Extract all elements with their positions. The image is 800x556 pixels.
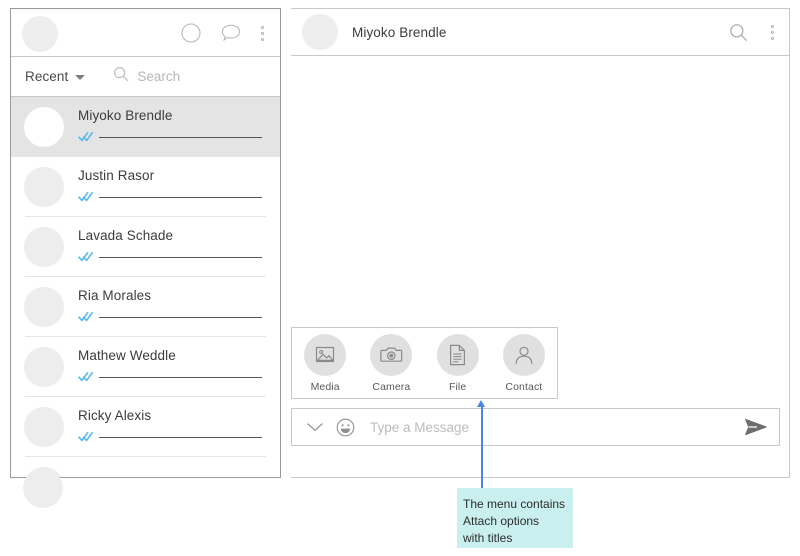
annotation-line: Attach options: [463, 513, 573, 530]
attach-option-file[interactable]: File: [425, 334, 491, 393]
image-icon: [304, 334, 346, 376]
message-preview: [78, 309, 262, 327]
contact-name: Ria Morales: [78, 288, 262, 303]
list-item[interactable]: Miyoko Brendle: [11, 97, 280, 157]
contact-info: Miyoko Brendle: [78, 108, 280, 147]
filter-bar: Recent: [11, 57, 280, 97]
message-preview: [78, 249, 262, 267]
list-item[interactable]: Ricky Alexis: [11, 397, 280, 457]
double-check-icon: [78, 309, 94, 327]
document-icon: [437, 334, 479, 376]
list-item[interactable]: Justin Rasor: [11, 157, 280, 217]
conversation-list-panel: Recent Miyoko Brendle: [10, 8, 281, 478]
avatar: [24, 107, 64, 147]
avatar: [24, 167, 64, 207]
recent-filter-dropdown[interactable]: Recent: [25, 69, 85, 84]
list-item[interactable]: Lavada Schade: [11, 217, 280, 277]
chevron-down-icon[interactable]: [298, 409, 332, 445]
annotation-callout: The menu contains Attach options with ti…: [457, 488, 573, 548]
avatar: [24, 287, 64, 327]
message-input-bar: [291, 408, 780, 446]
preview-line: [99, 437, 262, 438]
list-item[interactable]: Ria Morales: [11, 277, 280, 337]
double-check-icon: [78, 189, 94, 207]
avatar: [23, 468, 63, 508]
attach-option-label: File: [449, 381, 466, 393]
double-check-icon: [78, 429, 94, 447]
attach-option-camera[interactable]: Camera: [358, 334, 424, 393]
preview-line: [99, 197, 262, 198]
contact-list[interactable]: Miyoko Brendle Justin Rasor: [11, 97, 280, 477]
chevron-down-icon: [75, 75, 85, 80]
contact-name: Miyoko Brendle: [78, 108, 262, 123]
double-check-icon: [78, 129, 94, 147]
attach-option-label: Camera: [372, 381, 410, 393]
attach-option-media[interactable]: Media: [292, 334, 358, 393]
double-check-icon: [78, 369, 94, 387]
recent-filter-label: Recent: [25, 69, 68, 84]
message-preview: [78, 129, 262, 147]
more-vertical-icon[interactable]: [755, 8, 789, 56]
contact-info: Justin Rasor: [78, 168, 280, 207]
message-preview: [78, 369, 262, 387]
callout-leader-line: [481, 405, 483, 488]
avatar[interactable]: [302, 14, 338, 50]
preview-line: [99, 257, 262, 258]
annotation-line: with titles: [463, 530, 573, 547]
smiley-icon[interactable]: [332, 409, 358, 445]
chat-bubble-icon[interactable]: [214, 9, 248, 57]
attach-option-label: Contact: [505, 381, 542, 393]
attach-option-contact[interactable]: Contact: [491, 334, 557, 393]
preview-line: [99, 317, 262, 318]
contact-name: Justin Rasor: [78, 168, 262, 183]
contact-info: Lavada Schade: [78, 228, 280, 267]
message-preview: [78, 189, 262, 207]
person-icon: [503, 334, 545, 376]
left-panel-header: [11, 9, 280, 57]
message-area: Media Camera: [291, 56, 790, 478]
avatar: [24, 347, 64, 387]
contact-name: Mathew Weddle: [78, 348, 262, 363]
double-check-icon: [78, 249, 94, 267]
preview-line: [99, 377, 262, 378]
avatar: [24, 407, 64, 447]
search-icon[interactable]: [721, 8, 755, 56]
preview-line: [99, 137, 262, 138]
contact-info: Ricky Alexis: [78, 408, 280, 447]
contact-name: Lavada Schade: [78, 228, 262, 243]
more-vertical-icon[interactable]: [251, 9, 273, 57]
profile-avatar[interactable]: [22, 16, 58, 52]
message-preview: [78, 429, 262, 447]
page-title: Miyoko Brendle: [352, 25, 721, 40]
contact-info: Ria Morales: [78, 288, 280, 327]
search-area: [113, 66, 281, 87]
camera-icon: [370, 334, 412, 376]
contact-name: Ricky Alexis: [78, 408, 262, 423]
search-input[interactable]: [137, 69, 281, 84]
avatar: [24, 227, 64, 267]
chat-header: Miyoko Brendle: [291, 8, 790, 56]
search-icon: [113, 66, 129, 87]
attach-menu: Media Camera: [291, 327, 558, 399]
list-item[interactable]: Mathew Weddle: [11, 337, 280, 397]
attach-option-label: Media: [311, 381, 340, 393]
message-input[interactable]: [370, 420, 733, 435]
status-circle-icon[interactable]: [174, 9, 208, 57]
send-button[interactable]: [733, 409, 779, 445]
contact-info: Mathew Weddle: [78, 348, 280, 387]
annotation-line: The menu contains: [463, 496, 573, 513]
chat-panel: Miyoko Brendle Media: [291, 8, 790, 478]
